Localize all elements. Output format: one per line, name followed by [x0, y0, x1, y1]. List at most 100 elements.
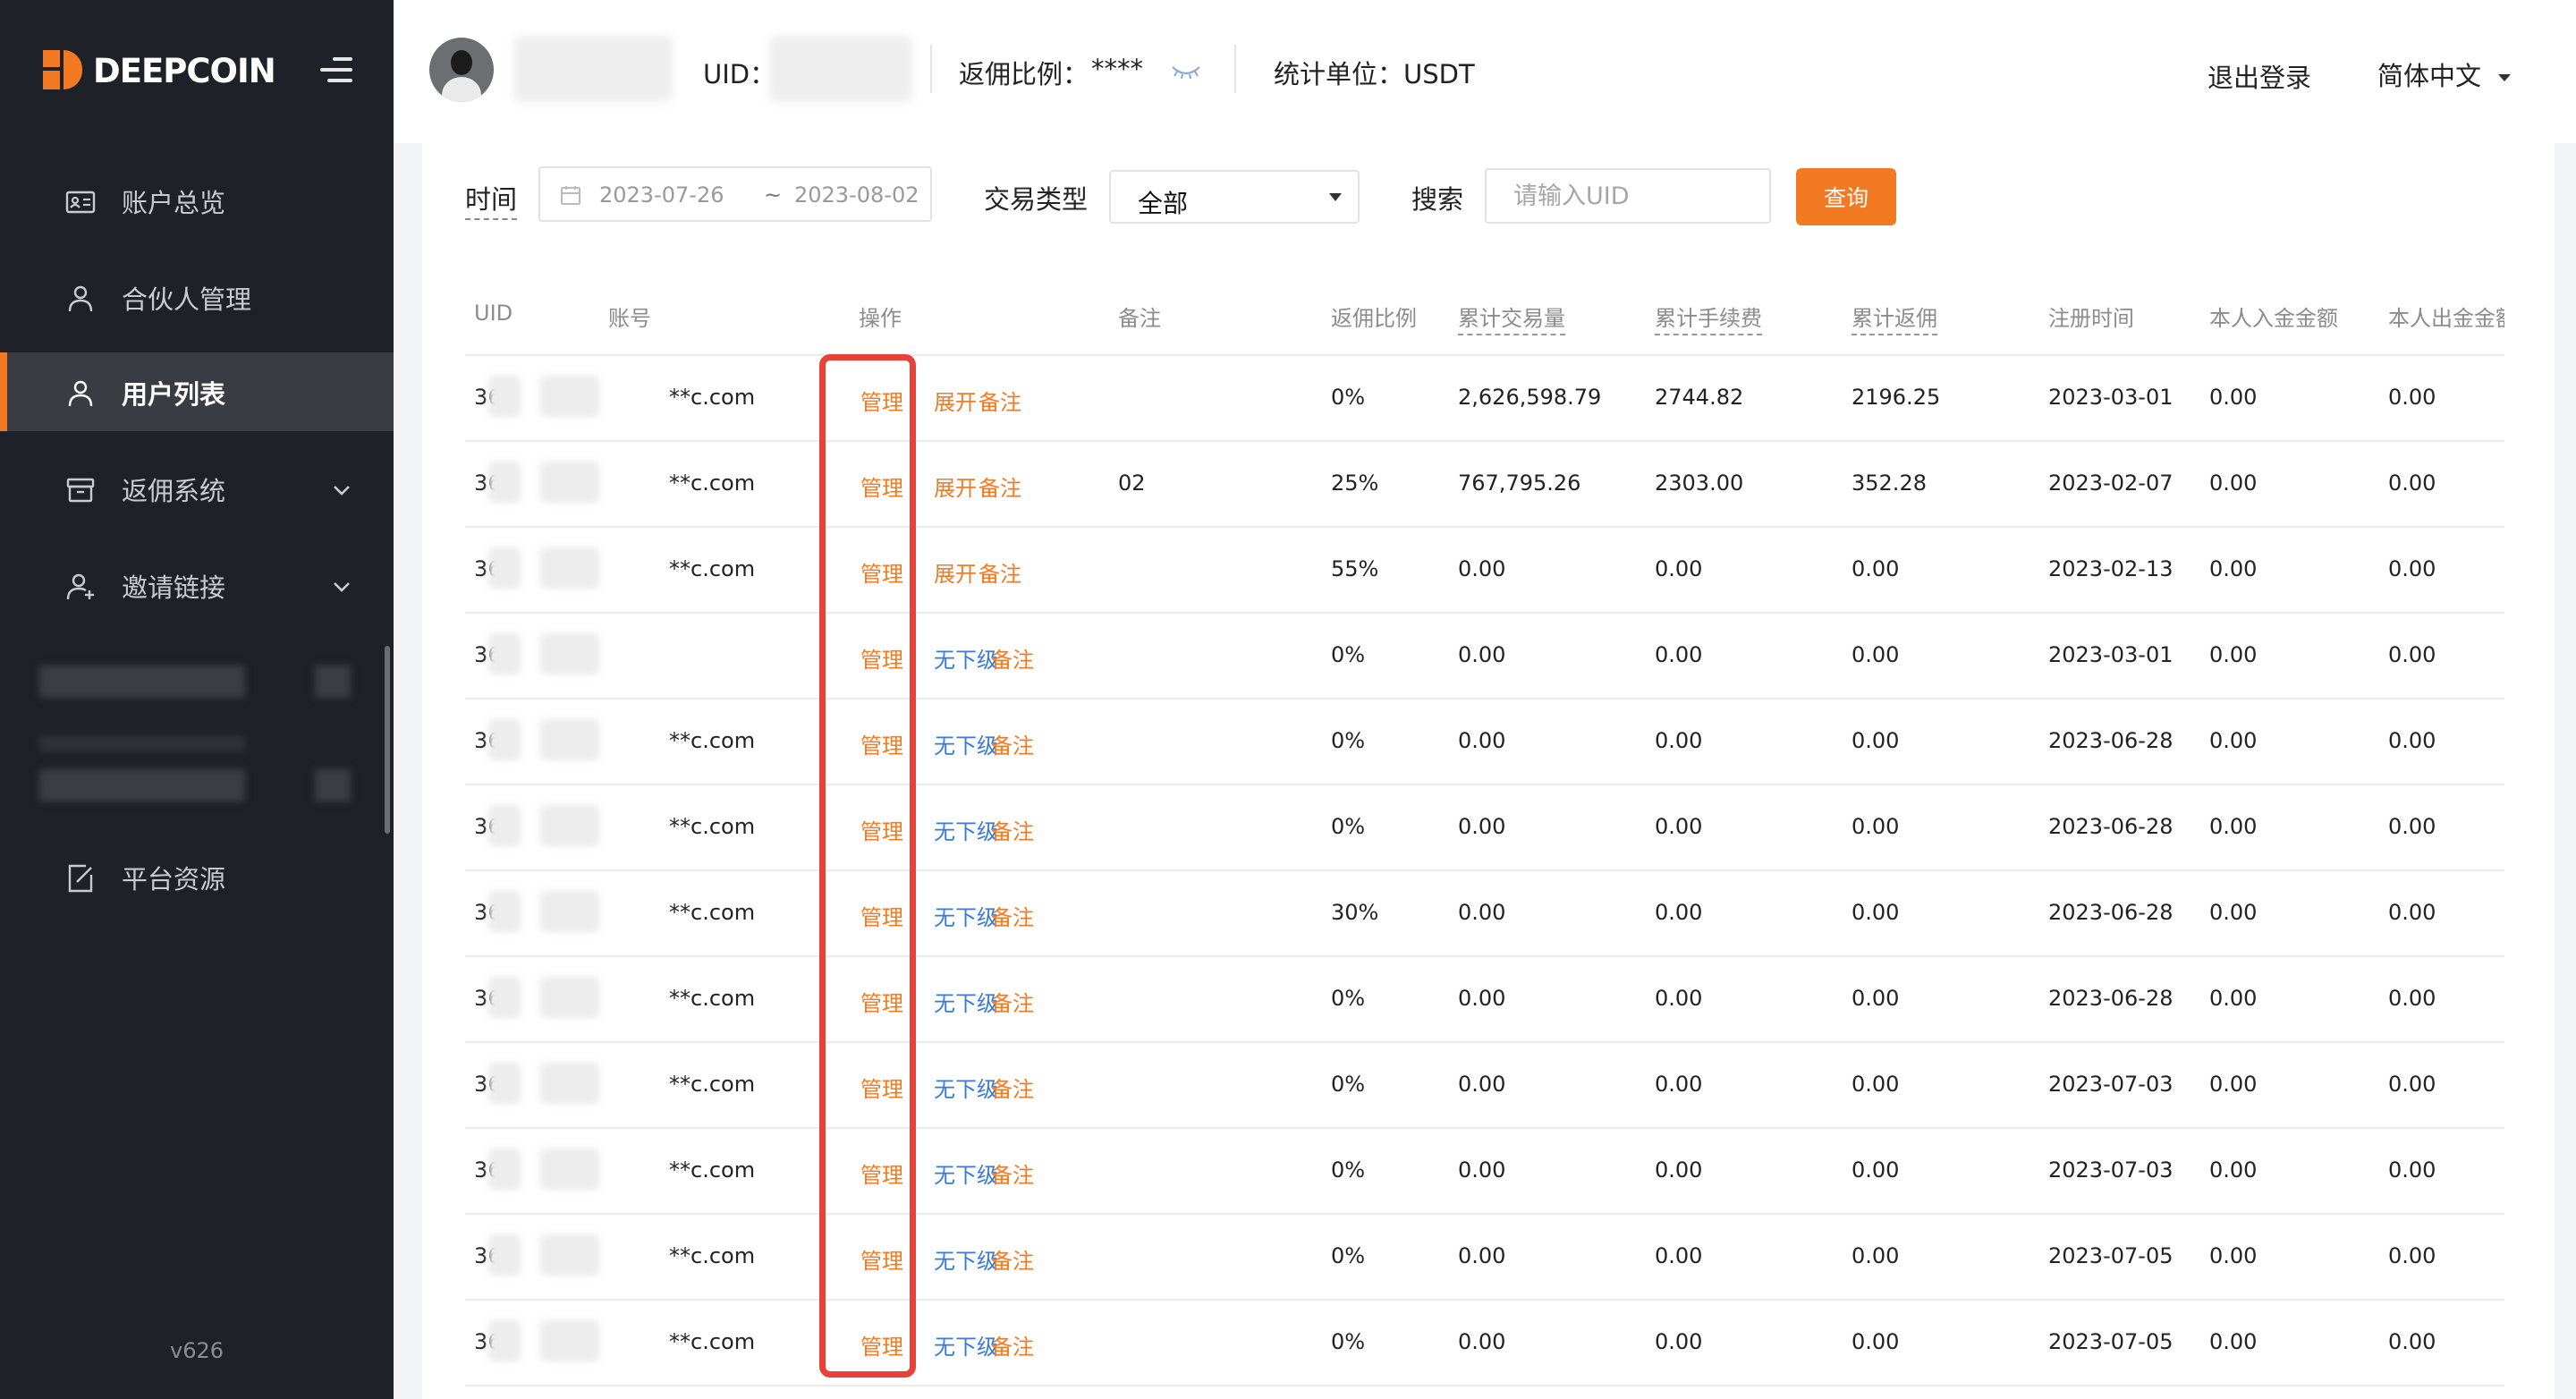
manage-link[interactable]: 管理 [860, 1157, 903, 1189]
user-list-icon [68, 380, 93, 407]
deposit-cell: 0.00 [2209, 814, 2258, 839]
manage-link[interactable]: 管理 [860, 728, 903, 759]
remark-link[interactable]: 备注 [979, 556, 1021, 588]
sidebar-item-invite-link[interactable]: 邀请链接 [0, 546, 394, 624]
manage-link[interactable]: 管理 [860, 986, 903, 1017]
register-date-cell: 2023-06-28 [2048, 814, 2174, 839]
manage-link[interactable]: 管理 [860, 556, 903, 588]
sidebar-item-user-list[interactable]: 用户列表 [0, 352, 394, 431]
total-volume-cell: 0.00 [1458, 900, 1506, 925]
remark-link[interactable]: 备注 [979, 385, 1021, 416]
chevron-down-icon[interactable] [329, 478, 354, 503]
remark-link[interactable]: 备注 [991, 642, 1034, 674]
expand-link[interactable]: 展开 [934, 556, 977, 588]
blurred-uid [488, 977, 521, 1018]
account-cell: **c.com [669, 385, 756, 410]
blurred-sub-item [39, 769, 245, 801]
sidebar-item-account-overview[interactable]: 账户总览 [0, 161, 394, 240]
brand-logo[interactable]: DEEPCOIN [43, 50, 365, 90]
account-cell: **c.com [669, 900, 756, 925]
manage-link[interactable]: 管理 [860, 385, 903, 416]
withdraw-cell: 0.00 [2388, 986, 2436, 1011]
blurred-account [540, 376, 599, 417]
account-card-icon [65, 191, 96, 214]
deposit-cell: 0.00 [2209, 728, 2258, 753]
deposit-cell: 0.00 [2209, 471, 2258, 496]
withdraw-cell: 0.00 [2388, 1157, 2436, 1183]
sidebar-item-platform-resources[interactable]: 平台资源 [0, 837, 394, 916]
blurred-account [540, 1149, 599, 1190]
rebate-ratio-cell: 0% [1331, 986, 1366, 1011]
blurred-uid [488, 1063, 521, 1104]
total-fee-cell: 0.00 [1655, 1072, 1703, 1097]
sidebar-scrollbar[interactable] [385, 646, 390, 834]
table-row: 36**c.com管理无下级备注30%0.000.000.002023-06-2… [465, 871, 2504, 957]
remark-link[interactable]: 备注 [979, 471, 1021, 502]
no-subordinate-label: 无下级 [934, 1335, 998, 1360]
menu-collapse-icon[interactable] [317, 52, 352, 88]
sidebar-item-partner-management[interactable]: 合伙人管理 [0, 258, 394, 336]
no-subordinate-label: 无下级 [934, 819, 998, 844]
table-row: 36管理无下级备注0%0.000.000.002023-03-010.000.0… [465, 614, 2504, 700]
deposit-cell: 0.00 [2209, 1243, 2258, 1268]
manage-link[interactable]: 管理 [860, 1072, 903, 1103]
no-subordinate-label: 无下级 [934, 905, 998, 930]
manage-link[interactable]: 管理 [860, 471, 903, 502]
expand-link[interactable]: 展开 [934, 471, 977, 502]
manage-link[interactable]: 管理 [860, 814, 903, 845]
blurred-account [540, 462, 599, 503]
remark-link[interactable]: 备注 [991, 900, 1034, 931]
total-volume-cell: 0.00 [1458, 1329, 1506, 1354]
blurred-account [540, 891, 599, 932]
rebate-ratio-cell: 0% [1331, 728, 1366, 753]
brand-name: DEEPCOIN [93, 52, 276, 90]
total-fee-cell: 2303.00 [1655, 471, 1744, 496]
blurred-uid [488, 376, 521, 417]
total-volume-cell: 2,626,598.79 [1458, 385, 1602, 410]
total-rebate-cell: 0.00 [1852, 814, 1900, 839]
total-volume-cell: 0.00 [1458, 556, 1506, 581]
manage-link[interactable]: 管理 [860, 642, 903, 674]
remark-link[interactable]: 备注 [991, 814, 1034, 845]
remark-link[interactable]: 备注 [991, 1072, 1034, 1103]
register-date-cell: 2023-03-01 [2048, 385, 2174, 410]
blurred-uid [488, 805, 521, 846]
withdraw-cell: 0.00 [2388, 900, 2436, 925]
remark-link[interactable]: 备注 [991, 1329, 1034, 1361]
total-volume-cell: 0.00 [1458, 642, 1506, 667]
chevron-down-icon[interactable] [329, 574, 354, 599]
total-rebate-cell: 0.00 [1852, 1329, 1900, 1354]
blurred-sub-item [315, 666, 351, 698]
total-rebate-cell: 0.00 [1852, 556, 1900, 581]
remark-link[interactable]: 备注 [991, 1157, 1034, 1189]
deposit-cell: 0.00 [2209, 1157, 2258, 1183]
no-subordinate-label: 无下级 [934, 1163, 998, 1188]
blurred-account [540, 805, 599, 846]
deposit-cell: 0.00 [2209, 556, 2258, 581]
manage-link[interactable]: 管理 [860, 1329, 903, 1361]
table-row: 36**c.com管理无下级备注0%0.000.000.002023-07-05… [465, 1215, 2504, 1301]
total-fee-cell: 0.00 [1655, 1243, 1703, 1268]
rebate-ratio-cell: 0% [1331, 642, 1366, 667]
remark-link[interactable]: 备注 [991, 1243, 1034, 1275]
remark-link[interactable]: 备注 [991, 986, 1034, 1017]
total-rebate-cell: 0.00 [1852, 728, 1900, 753]
sidebar-item-rebate-system[interactable]: 返佣系统 [0, 449, 394, 528]
blurred-uid [488, 1234, 521, 1276]
table-row: 36**c.com管理无下级备注0%0.000.000.002023-06-28… [465, 785, 2504, 871]
rebate-ratio-cell: 0% [1331, 1243, 1366, 1268]
account-cell: **c.com [669, 1243, 756, 1268]
manage-link[interactable]: 管理 [860, 1243, 903, 1275]
rebate-ratio-cell: 30% [1331, 900, 1379, 925]
expand-link[interactable]: 展开 [934, 385, 977, 416]
account-cell: **c.com [669, 814, 756, 839]
manage-link[interactable]: 管理 [860, 900, 903, 931]
blurred-sub-item [39, 735, 245, 751]
total-rebate-cell: 0.00 [1852, 986, 1900, 1011]
remark-link[interactable]: 备注 [991, 728, 1034, 759]
withdraw-cell: 0.00 [2388, 1072, 2436, 1097]
blurred-account [540, 1234, 599, 1276]
table-row: 36**c.com管理无下级备注0%0.000.000.002023-06-28… [465, 700, 2504, 785]
register-date-cell: 2023-07-03 [2048, 1072, 2174, 1097]
total-fee-cell: 0.00 [1655, 900, 1703, 925]
